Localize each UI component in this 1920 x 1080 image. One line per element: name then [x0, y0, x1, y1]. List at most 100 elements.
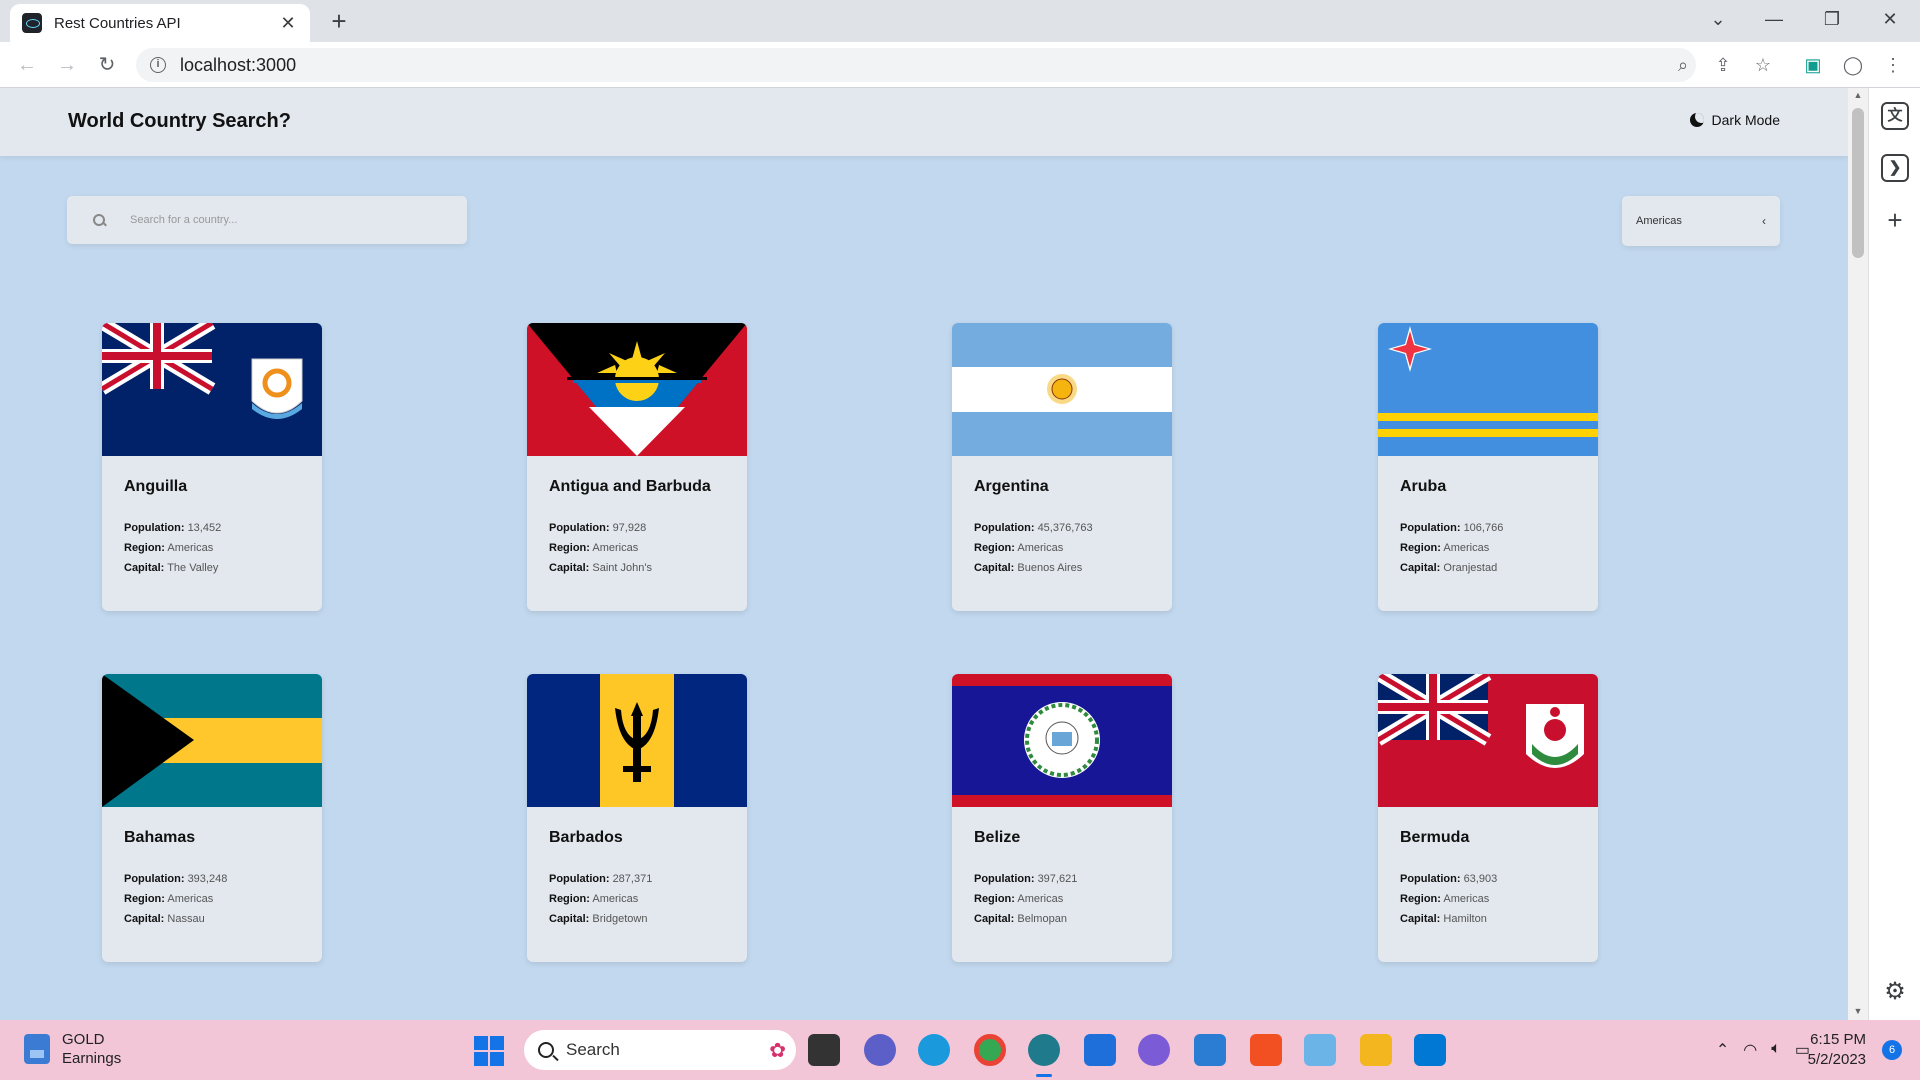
search-input[interactable]: [130, 214, 430, 226]
vscode-icon[interactable]: [1414, 1034, 1446, 1066]
wifi-icon[interactable]: ◠: [1743, 1040, 1757, 1060]
country-card[interactable]: Argentina Population: 45,376,763 Region:…: [952, 323, 1172, 611]
country-name: Barbados: [549, 829, 623, 846]
edge-icon[interactable]: [918, 1034, 950, 1066]
capital-value: The Valley: [167, 562, 219, 574]
file-explorer-icon[interactable]: [1360, 1034, 1392, 1066]
scroll-thumb[interactable]: [1852, 108, 1864, 258]
paint-icon[interactable]: [1304, 1034, 1336, 1066]
mail-icon[interactable]: [1194, 1034, 1226, 1066]
capital-value: Buenos Aires: [1017, 562, 1083, 574]
settings-gear-icon[interactable]: ⚙: [1881, 978, 1909, 1006]
country-card[interactable]: Anguilla Population: 13,452 Region: Amer…: [102, 323, 322, 611]
country-name: Antigua and Barbuda: [549, 478, 711, 495]
country-card[interactable]: Bermuda Population: 63,903 Region: Ameri…: [1378, 674, 1598, 962]
search-box: [67, 196, 467, 244]
share-icon[interactable]: ⇪: [1708, 50, 1738, 80]
region-label: Region:: [974, 542, 1015, 554]
capital-value: Hamilton: [1443, 913, 1487, 925]
region-value: Americas: [167, 893, 214, 905]
translate-icon[interactable]: 文: [1881, 102, 1909, 130]
back-icon[interactable]: ←: [12, 50, 42, 80]
population-label: Population:: [124, 873, 185, 885]
belize-flag: [952, 674, 1172, 807]
country-name: Argentina: [974, 478, 1049, 495]
notification-badge[interactable]: 6: [1882, 1040, 1902, 1060]
population-value: 97,928: [612, 522, 647, 534]
dark-mode-toggle[interactable]: Dark Mode: [1689, 112, 1780, 128]
region-selected-value: Americas: [1636, 215, 1682, 227]
population-label: Population:: [974, 522, 1035, 534]
address-bar[interactable]: i localhost:3000: [136, 48, 1696, 82]
sidebar-app-icon[interactable]: ❯: [1881, 154, 1909, 182]
bookmark-star-icon[interactable]: ☆: [1748, 50, 1778, 80]
url-text: localhost:3000: [180, 54, 297, 75]
capital-label: Capital:: [549, 562, 590, 574]
page-scrollbar[interactable]: ▲ ▼: [1848, 88, 1868, 1020]
scroll-down-icon[interactable]: ▼: [1852, 1006, 1864, 1016]
country-card[interactable]: Antigua and Barbuda Population: 97,928 R…: [527, 323, 747, 611]
extension-icon[interactable]: ▣: [1798, 50, 1828, 80]
menu-kebab-icon[interactable]: ⋮: [1878, 50, 1908, 80]
region-label: Region:: [974, 893, 1015, 905]
browser-toolbar: ← → ↻ i localhost:3000 ⌕ ⇪ ☆ ▣ ◯ ⋮: [0, 42, 1920, 88]
clock[interactable]: 6:15 PM 5/2/2023: [1808, 1030, 1866, 1070]
reload-icon[interactable]: ↻: [92, 50, 122, 80]
widget-subtitle: Earnings: [62, 1050, 122, 1067]
region-value: Americas: [1443, 893, 1490, 905]
dark-mode-label: Dark Mode: [1711, 112, 1780, 128]
country-card[interactable]: Bahamas Population: 393,248 Region: Amer…: [102, 674, 322, 962]
country-card[interactable]: Barbados Population: 287,371 Region: Ame…: [527, 674, 747, 962]
new-tab-icon[interactable]: +: [324, 8, 354, 34]
browser-tab[interactable]: Rest Countries API ✕: [10, 4, 310, 42]
chevron-up-icon[interactable]: ⌃: [1716, 1040, 1729, 1060]
population-label: Population:: [1400, 873, 1461, 885]
volume-icon[interactable]: 🔈︎: [1771, 1040, 1781, 1060]
search-icon: [93, 213, 106, 227]
close-window-icon[interactable]: ✕: [1870, 4, 1910, 34]
active-app-icon[interactable]: [1028, 1034, 1060, 1077]
taskbar-search[interactable]: Search ✿: [524, 1030, 796, 1070]
store-icon[interactable]: [1250, 1034, 1282, 1066]
add-icon[interactable]: +: [1881, 206, 1909, 234]
clock-date: 5/2/2023: [1807, 1051, 1866, 1068]
stocks-icon: [24, 1034, 50, 1064]
teams-chat-icon[interactable]: [864, 1034, 896, 1066]
chrome-icon[interactable]: [974, 1034, 1006, 1066]
minimize-icon[interactable]: —: [1754, 4, 1794, 34]
bahamas-flag: [102, 674, 322, 807]
region-value: Americas: [1443, 542, 1490, 554]
moon-icon: [1689, 113, 1704, 127]
capital-value: Bridgetown: [592, 913, 648, 925]
react-favicon-icon: [22, 13, 42, 33]
population-value: 393,248: [187, 873, 228, 885]
barbados-flag: [527, 674, 747, 807]
region-filter-select[interactable]: Americas ‹: [1622, 196, 1780, 246]
scroll-up-icon[interactable]: ▲: [1852, 90, 1864, 100]
region-value: Americas: [167, 542, 214, 554]
country-card[interactable]: Aruba Population: 106,766 Region: Americ…: [1378, 323, 1598, 611]
zoom-icon[interactable]: ⌕: [1668, 50, 1698, 80]
region-label: Region:: [124, 893, 165, 905]
weather-widget[interactable]: GOLD Earnings: [24, 1030, 121, 1068]
country-name: Aruba: [1400, 478, 1447, 495]
copilot-icon[interactable]: [1138, 1034, 1170, 1066]
site-info-icon[interactable]: i: [150, 57, 166, 73]
capital-label: Capital:: [974, 913, 1015, 925]
close-tab-icon[interactable]: ✕: [278, 13, 298, 34]
population-value: 13,452: [187, 522, 222, 534]
windows-start-icon[interactable]: [474, 1036, 504, 1066]
restore-icon[interactable]: ❐: [1812, 4, 1852, 34]
population-label: Population:: [124, 522, 185, 534]
population-label: Population:: [1400, 522, 1461, 534]
country-card[interactable]: Belize Population: 397,621 Region: Ameri…: [952, 674, 1172, 962]
tab-search-icon[interactable]: ⌄: [1698, 4, 1738, 34]
notepad-icon[interactable]: [1084, 1034, 1116, 1066]
population-value: 63,903: [1463, 873, 1498, 885]
profile-avatar-icon[interactable]: ◯: [1838, 50, 1868, 80]
forward-icon[interactable]: →: [52, 50, 82, 80]
capital-value: Nassau: [167, 913, 205, 925]
widget-title: GOLD: [62, 1031, 105, 1048]
region-label: Region:: [1400, 542, 1441, 554]
task-view-icon[interactable]: [808, 1034, 840, 1066]
